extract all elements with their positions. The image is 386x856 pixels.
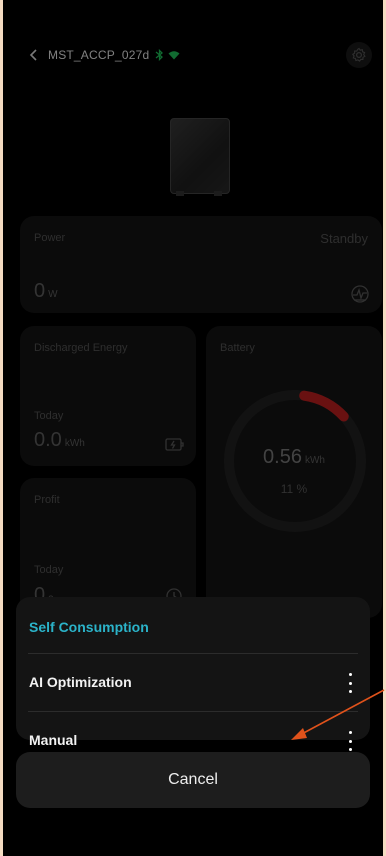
more-vertical-icon[interactable] [344,731,356,751]
sheet-title: Self Consumption [29,619,149,635]
cancel-button[interactable]: Cancel [16,752,370,808]
option-label: Manual [29,732,78,748]
more-vertical-icon[interactable] [344,673,356,693]
mode-action-sheet: Self Consumption AI Optimization Manual [16,597,370,751]
option-manual[interactable]: Manual [16,712,370,751]
option-ai-optimization[interactable]: AI Optimization [16,655,370,711]
option-label: AI Optimization [29,674,132,690]
sheet-divider [28,653,358,654]
frame-edge-left [0,0,3,856]
